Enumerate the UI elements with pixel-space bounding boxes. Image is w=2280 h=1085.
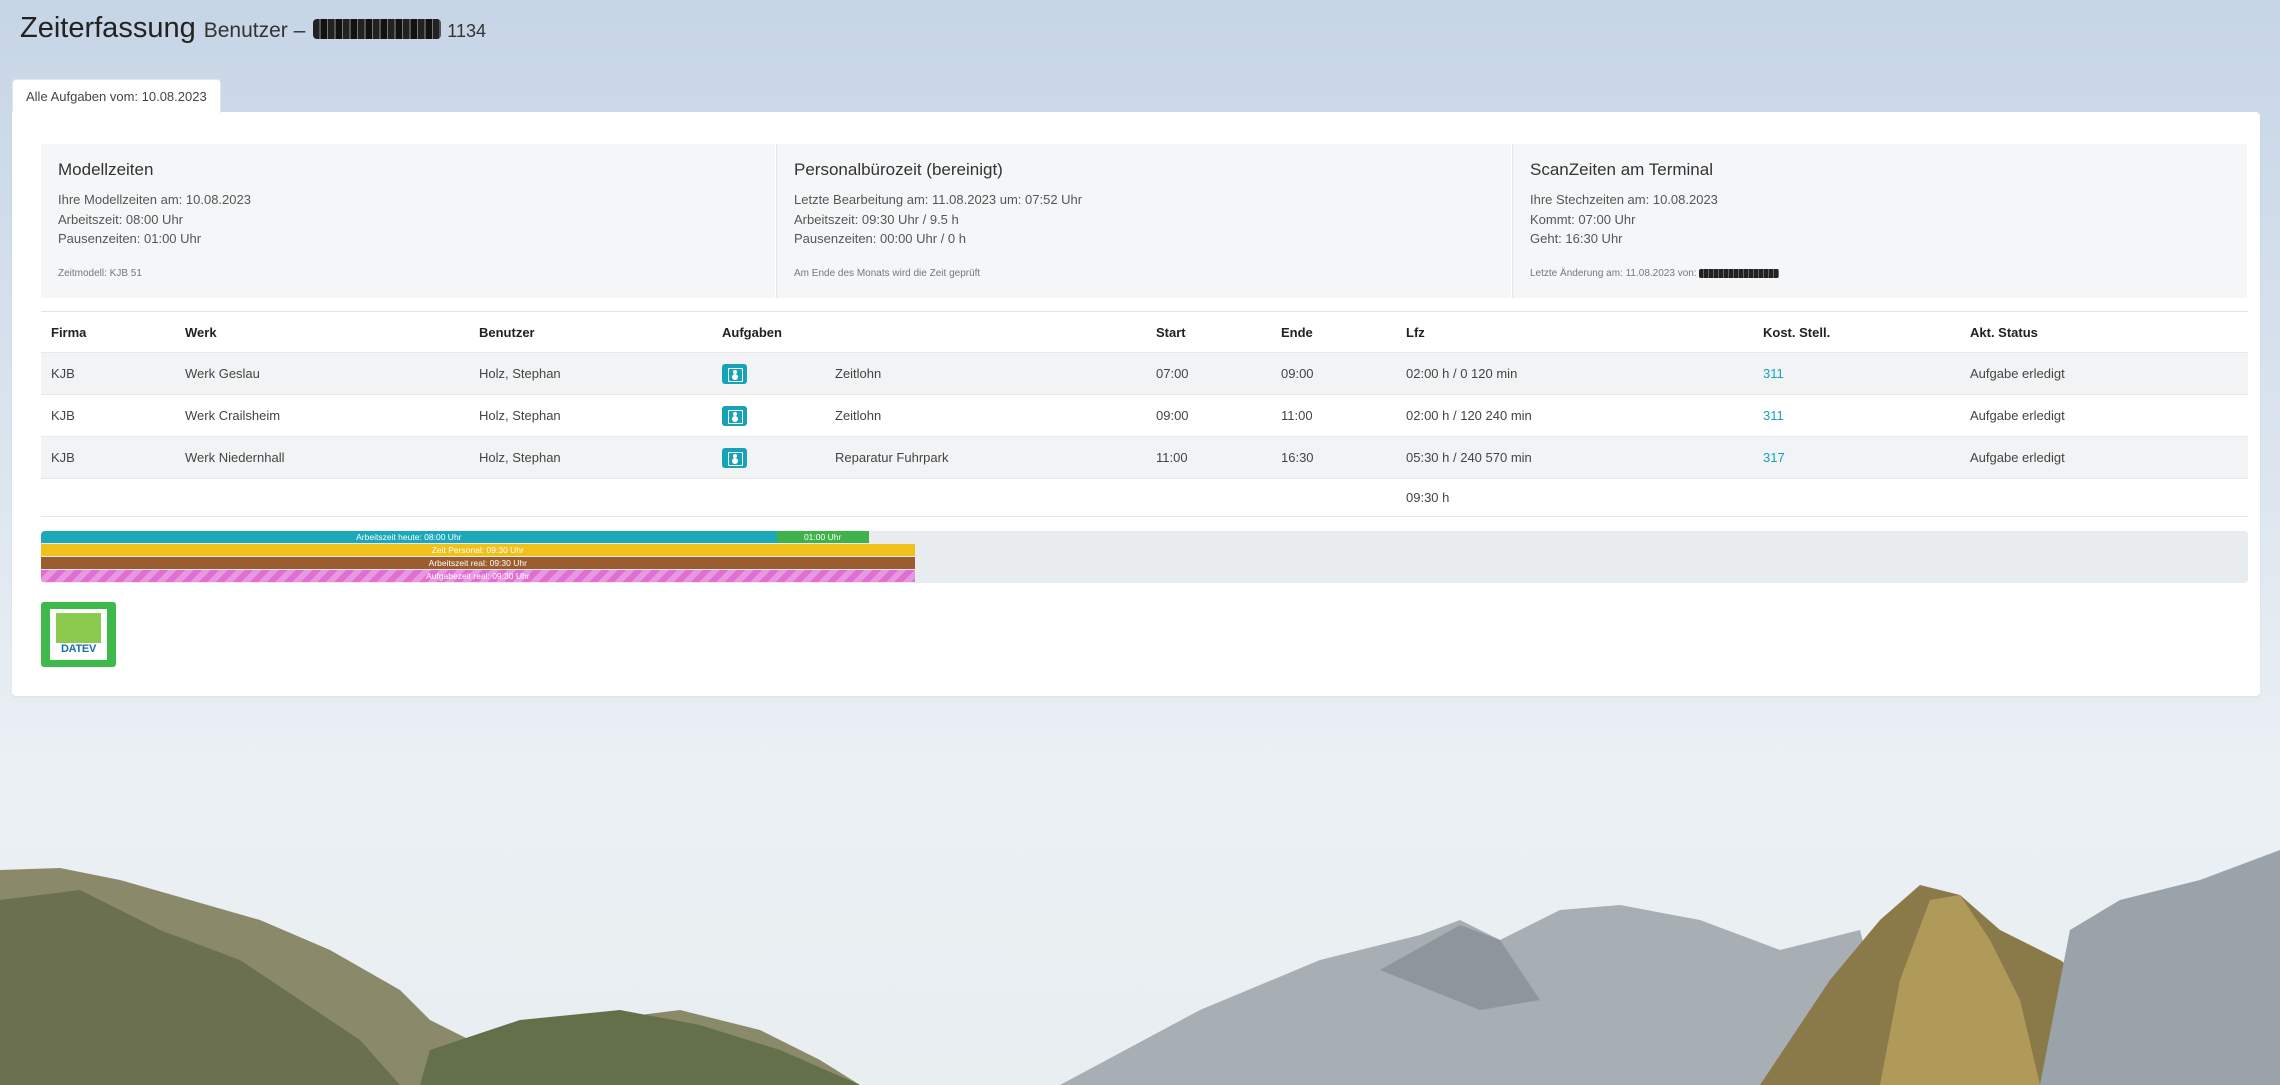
card-line: Ihre Modellzeiten am: 10.08.2023 <box>58 192 251 207</box>
time-bar-segment: Arbeitszeit real: 09:30 Uhr <box>41 557 915 569</box>
cell-start: 07:00 <box>1146 352 1271 395</box>
card-title: ScanZeiten am Terminal <box>1530 160 1713 179</box>
datev-label: DATEV <box>61 643 96 655</box>
cell-werk: Werk Geslau <box>175 352 469 395</box>
user-badge-icon[interactable] <box>722 447 747 468</box>
cell-aufgabe: Reparatur Fuhrpark <box>825 436 1146 479</box>
cell-ende: 11:00 <box>1271 394 1396 437</box>
cell-benutzer: Holz, Stephan <box>469 394 712 437</box>
cell-aufgabe: Zeitlohn <box>825 394 1146 437</box>
tasks-table: Firma Werk Benutzer Aufgaben Start Ende … <box>41 311 2248 517</box>
kostenstelle-link[interactable]: 311 <box>1763 408 1784 423</box>
cell-kost: 311 <box>1753 352 1960 395</box>
cell-firma: KJB <box>41 352 175 395</box>
cell-ende: 16:30 <box>1271 436 1396 479</box>
user-label: Benutzer – <box>203 19 306 42</box>
card-scanzeiten: ScanZeiten am Terminal Ihre Stechzeiten … <box>1512 144 2248 298</box>
cell-werk: Werk Crailsheim <box>175 394 469 437</box>
kostenstelle-link[interactable]: 317 <box>1763 450 1785 465</box>
time-bar-segment: Arbeitszeit heute: 08:00 Uhr <box>41 531 777 543</box>
cell-ende: 09:00 <box>1271 352 1396 395</box>
column-header-aufgaben: Aufgaben <box>712 311 825 353</box>
time-bar-segment: 01:00 Uhr <box>776 531 869 543</box>
card-modellzeiten: Modellzeiten Ihre Modellzeiten am: 10.08… <box>41 144 776 298</box>
cell-firma: KJB <box>41 394 175 437</box>
column-header-status: Akt. Status <box>1960 311 2248 353</box>
cell-status: Aufgabe erledigt <box>1960 394 2248 437</box>
cell-kost: 317 <box>1753 436 1960 479</box>
cell-task-icon <box>712 394 825 437</box>
kostenstelle-link[interactable]: 311 <box>1763 366 1784 381</box>
cell-status: Aufgabe erledigt <box>1960 352 2248 395</box>
cell-start: 09:00 <box>1146 394 1271 437</box>
table-total-row: 09:30 h <box>41 478 2248 517</box>
redacted-editor <box>1699 268 1780 278</box>
user-badge-icon[interactable] <box>722 405 747 426</box>
cell-lfz: 05:30 h / 240 570 min <box>1396 436 1753 479</box>
card-line: Arbeitszeit: 09:30 Uhr / 9.5 h <box>794 211 959 227</box>
card-line: Geht: 16:30 Uhr <box>1530 231 1623 246</box>
cell-benutzer: Holz, Stephan <box>469 352 712 395</box>
cell-task-icon <box>712 436 825 479</box>
card-title: Modellzeiten <box>58 160 154 179</box>
cell-status: Aufgabe erledigt <box>1960 436 2248 479</box>
table-row: KJB Werk Geslau Holz, Stephan Zeitlohn 0… <box>41 352 2248 395</box>
card-title: Personalbürozeit (bereinigt) <box>794 160 1003 179</box>
cell-werk: Werk Niedernhall <box>175 436 469 479</box>
time-bar-row: Aufgabezeit real: 09:30 Uhr <box>41 570 915 582</box>
cell-firma: KJB <box>41 436 175 479</box>
card-line: Pausenzeiten: 01:00 Uhr <box>58 231 202 246</box>
card-footnote: Zeitmodell: KJB 51 <box>58 268 142 279</box>
time-bar-row: Zeit Personal: 09:30 Uhr <box>41 544 915 556</box>
time-progress-bars: Arbeitszeit heute: 08:00 Uhr 01:00 Uhr Zei… <box>41 531 2248 583</box>
time-bar-segment: Zeit Personal: 09:30 Uhr <box>41 544 915 556</box>
cell-benutzer: Holz, Stephan <box>469 436 712 479</box>
user-badge-icon[interactable] <box>722 363 747 384</box>
card-footnote: Letzte Änderung am: 11.08.2023 von: <box>1530 268 1697 279</box>
summary-cards: Modellzeiten Ihre Modellzeiten am: 10.08… <box>41 144 2248 298</box>
tab-all-tasks[interactable]: Alle Aufgaben vom: 10.08.2023 <box>12 79 221 113</box>
cell-lfz: 02:00 h / 120 240 min <box>1396 394 1753 437</box>
app-title: Zeiterfassung <box>20 12 196 44</box>
column-header-benutzer: Benutzer <box>469 311 712 353</box>
column-header-werk: Werk <box>175 311 469 353</box>
column-header-kost: Kost. Stell. <box>1753 311 1960 353</box>
page-header: Zeiterfassung Benutzer – 1134 <box>20 12 486 45</box>
datev-button[interactable]: DATEV <box>41 602 116 667</box>
card-line: Ihre Stechzeiten am: 10.08.2023 <box>1530 192 1718 207</box>
datev-logo: DATEV <box>50 609 107 660</box>
column-header-ende: Ende <box>1271 311 1396 353</box>
time-bar-row: Arbeitszeit heute: 08:00 Uhr 01:00 Uhr <box>41 531 869 543</box>
card-line: Letzte Bearbeitung am: 11.08.2023 um: 07… <box>794 192 1083 207</box>
redacted-username <box>313 19 442 39</box>
card-line: Kommt: 07:00 Uhr <box>1530 211 1636 227</box>
card-line: Arbeitszeit: 08:00 Uhr <box>58 211 184 227</box>
table-row: KJB Werk Crailsheim Holz, Stephan Zeitlo… <box>41 394 2248 437</box>
column-header-start: Start <box>1146 311 1271 353</box>
main-panel: Modellzeiten Ihre Modellzeiten am: 10.08… <box>12 112 2260 696</box>
cell-task-icon <box>712 352 825 395</box>
table-header-row: Firma Werk Benutzer Aufgaben Start Ende … <box>41 311 2248 353</box>
cell-kost: 311 <box>1753 394 1960 437</box>
column-header-aufgabe-name <box>825 311 1146 353</box>
card-footnote: Am Ende des Monats wird die Zeit geprüft <box>794 268 981 279</box>
card-line: Pausenzeiten: 00:00 Uhr / 0 h <box>794 231 967 246</box>
card-personalbuerozeit: Personalbürozeit (bereinigt) Letzte Bear… <box>776 144 1512 298</box>
time-bar-segment: Aufgabezeit real: 09:30 Uhr <box>41 570 915 582</box>
cell-lfz: 02:00 h / 0 120 min <box>1396 352 1753 395</box>
cell-start: 11:00 <box>1146 436 1271 479</box>
time-bar-row: Arbeitszeit real: 09:30 Uhr <box>41 557 915 569</box>
column-header-lfz: Lfz <box>1396 311 1753 353</box>
table-row: KJB Werk Niedernhall Holz, Stephan Repar… <box>41 436 2248 479</box>
card-footnote-wrap: Letzte Änderung am: 11.08.2023 von: <box>1530 268 1780 279</box>
cell-aufgabe: Zeitlohn <box>825 352 1146 395</box>
user-id: 1134 <box>447 21 486 41</box>
total-duration: 09:30 h <box>1396 478 1753 517</box>
column-header-firma: Firma <box>41 311 175 353</box>
